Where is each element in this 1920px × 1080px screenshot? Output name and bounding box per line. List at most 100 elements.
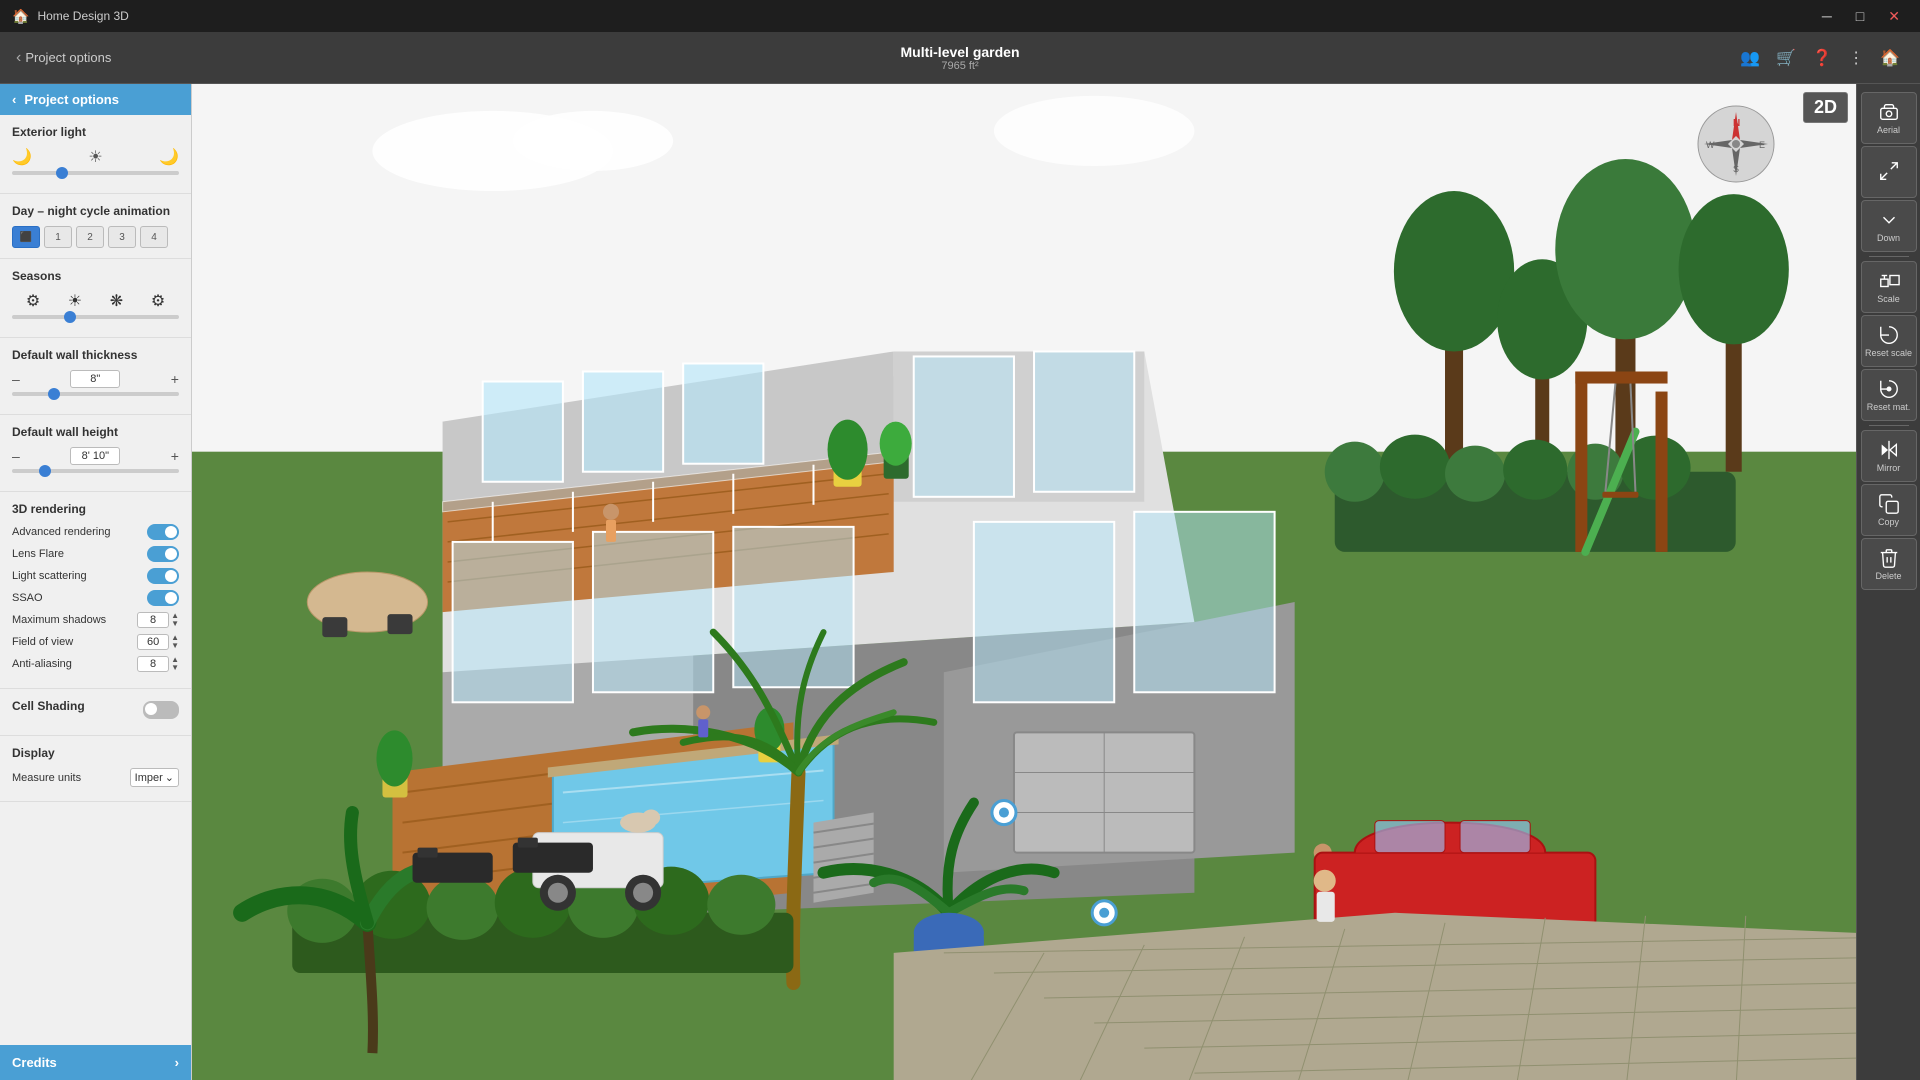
measure-chevron: ⌄ xyxy=(165,771,174,784)
cycle-btn-3[interactable]: 3 xyxy=(108,226,136,248)
wall-thickness-section: Default wall thickness – 8" + xyxy=(0,338,191,415)
season-icon-2[interactable]: ❋ xyxy=(110,291,123,311)
reset-scale-label: Reset scale xyxy=(1865,348,1912,358)
sun-icon: ☀ xyxy=(88,147,102,167)
ssao-toggle[interactable] xyxy=(147,590,179,606)
aa-spinner: 8 ▲ ▼ xyxy=(137,656,179,672)
copy-label: Copy xyxy=(1878,517,1899,527)
cycle-btn-0[interactable]: ⬛ xyxy=(12,226,40,248)
reset-mat-label: Reset mat. xyxy=(1867,402,1911,412)
toolbar-right: 👥 🛒 ❓ ⋮ 🏠 xyxy=(1736,44,1904,72)
credits-chevron: › xyxy=(175,1055,179,1070)
fov-down[interactable]: ▼ xyxy=(171,642,179,650)
exterior-light-section: Exterior light 🌙 ☀ 🌙 xyxy=(0,115,191,194)
copy-button[interactable]: Copy xyxy=(1861,484,1917,536)
wall-thickness-title: Default wall thickness xyxy=(12,348,179,362)
seasons-slider[interactable] xyxy=(12,315,179,319)
delete-label: Delete xyxy=(1875,571,1901,581)
people-button[interactable]: 👥 xyxy=(1736,44,1764,72)
max-shadows-row: Maximum shadows 8 ▲ ▼ xyxy=(12,612,179,628)
svg-text:W: W xyxy=(1706,140,1715,150)
expand-button[interactable] xyxy=(1861,146,1917,198)
svg-text:E: E xyxy=(1759,140,1765,150)
viewport[interactable]: N S W E 2D xyxy=(192,84,1856,1080)
ssao-label: SSAO xyxy=(12,592,43,604)
cell-shading-section: Cell Shading xyxy=(0,689,191,736)
light-scattering-toggle[interactable] xyxy=(147,568,179,584)
mirror-button[interactable]: Mirror xyxy=(1861,430,1917,482)
display-section: Display Measure units Imper ⌄ xyxy=(0,736,191,802)
scale-button[interactable]: Scale xyxy=(1861,261,1917,313)
app-title: Home Design 3D xyxy=(37,9,128,23)
down-label: Down xyxy=(1877,233,1900,243)
height-increase[interactable]: + xyxy=(171,448,179,464)
day-night-title: Day – night cycle animation xyxy=(12,204,179,218)
titlebar-left: 🏠 Home Design 3D xyxy=(12,8,129,25)
lens-flare-toggle[interactable] xyxy=(147,546,179,562)
aerial-button[interactable]: Aerial xyxy=(1861,92,1917,144)
cycle-btn-1[interactable]: 1 xyxy=(44,226,72,248)
max-shadows-spinner: 8 ▲ ▼ xyxy=(137,612,179,628)
season-icons: ⚙ ☀ ❋ ⚙ xyxy=(12,291,179,311)
lens-flare-label: Lens Flare xyxy=(12,548,64,560)
fov-spinner: 60 ▲ ▼ xyxy=(137,634,179,650)
credits-bar[interactable]: Credits › xyxy=(0,1045,191,1080)
wall-thickness-value: 8" xyxy=(70,370,120,388)
season-icon-0[interactable]: ⚙ xyxy=(26,291,40,311)
cell-shading-toggle[interactable] xyxy=(143,701,179,719)
advanced-rendering-toggle[interactable] xyxy=(147,524,179,540)
titlebar: 🏠 Home Design 3D ─ □ ✕ xyxy=(0,0,1920,32)
measure-label: Measure units xyxy=(12,772,81,784)
wall-height-row: – 8' 10" + xyxy=(12,447,179,465)
reset-mat-button[interactable]: Reset mat. xyxy=(1861,369,1917,421)
more-button[interactable]: ⋮ xyxy=(1844,44,1868,72)
right-sidebar: Aerial Down xyxy=(1856,84,1920,1080)
rendering-title: 3D rendering xyxy=(12,502,179,516)
scene-svg xyxy=(192,84,1856,1080)
btn-2d[interactable]: 2D xyxy=(1803,92,1848,123)
credits-label: Credits xyxy=(12,1055,57,1070)
measure-row: Measure units Imper ⌄ xyxy=(12,768,179,787)
wall-thickness-row: – 8" + xyxy=(12,370,179,388)
advanced-rendering-label: Advanced rendering xyxy=(12,526,110,538)
seasons-section: Seasons ⚙ ☀ ❋ ⚙ xyxy=(0,259,191,338)
height-decrease[interactable]: – xyxy=(12,448,20,464)
project-name: Multi-level garden xyxy=(900,44,1019,60)
titlebar-right[interactable]: ─ □ ✕ xyxy=(1814,6,1908,27)
cycle-btn-2[interactable]: 2 xyxy=(76,226,104,248)
wall-height-slider[interactable] xyxy=(12,469,179,473)
season-icon-1[interactable]: ☀ xyxy=(68,291,82,311)
advanced-rendering-row: Advanced rendering xyxy=(12,524,179,540)
minimize-button[interactable]: ─ xyxy=(1814,6,1840,27)
season-icon-3[interactable]: ⚙ xyxy=(151,291,165,311)
svg-text:S: S xyxy=(1733,164,1739,174)
max-shadows-label: Maximum shadows xyxy=(12,614,106,626)
close-button[interactable]: ✕ xyxy=(1880,6,1908,27)
delete-button[interactable]: Delete xyxy=(1861,538,1917,590)
home-button[interactable]: 🏠 xyxy=(1876,44,1904,72)
exterior-light-slider[interactable] xyxy=(12,171,179,175)
day-night-section: Day – night cycle animation ⬛ 1 2 3 4 xyxy=(0,194,191,259)
aerial-label: Aerial xyxy=(1877,125,1900,135)
thickness-decrease[interactable]: – xyxy=(12,371,20,387)
back-button[interactable]: ‹ xyxy=(16,49,21,67)
reset-scale-button[interactable]: Reset scale xyxy=(1861,315,1917,367)
fov-value: 60 xyxy=(137,634,169,650)
cycle-btn-4[interactable]: 4 xyxy=(140,226,168,248)
help-button[interactable]: ❓ xyxy=(1808,44,1836,72)
wall-height-section: Default wall height – 8' 10" + xyxy=(0,415,191,492)
maximize-button[interactable]: □ xyxy=(1848,6,1872,27)
moon-icon: 🌙 xyxy=(12,147,32,167)
moon2-icon: 🌙 xyxy=(159,147,179,167)
thickness-increase[interactable]: + xyxy=(171,371,179,387)
wall-thickness-slider[interactable] xyxy=(12,392,179,396)
down-button[interactable]: Down xyxy=(1861,200,1917,252)
ssao-row: SSAO xyxy=(12,590,179,606)
cart-button[interactable]: 🛒 xyxy=(1772,44,1800,72)
aa-label: Anti-aliasing xyxy=(12,658,72,670)
fov-label: Field of view xyxy=(12,636,73,648)
wall-height-title: Default wall height xyxy=(12,425,179,439)
shadows-down[interactable]: ▼ xyxy=(171,620,179,628)
measure-select[interactable]: Imper ⌄ xyxy=(130,768,179,787)
aa-down[interactable]: ▼ xyxy=(171,664,179,672)
